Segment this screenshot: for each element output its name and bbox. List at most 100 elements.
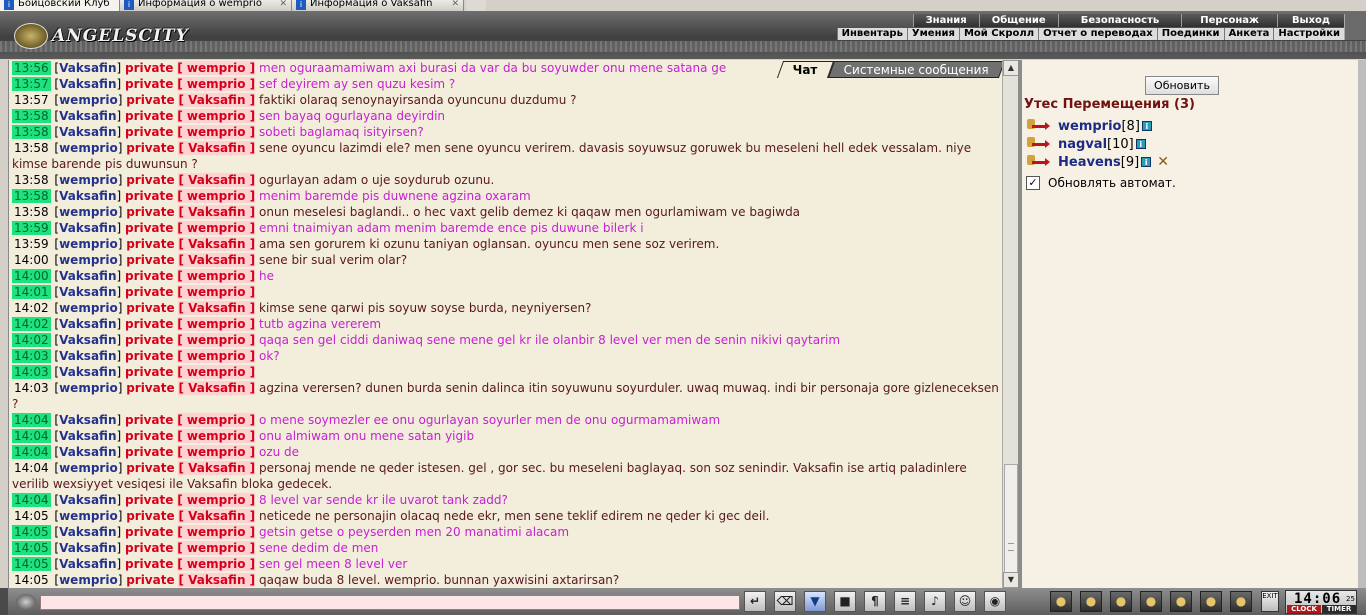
message-recipient[interactable]: [ wemprio ] [177, 525, 256, 539]
message-recipient[interactable]: [ Vaksafin ] [178, 573, 256, 587]
attack-icon[interactable]: ✕ [1157, 154, 1169, 170]
submenu-item-profile[interactable]: Анкета [1223, 28, 1274, 40]
message-recipient[interactable]: [ wemprio ] [177, 333, 256, 347]
color-icon[interactable]: ◉ [984, 591, 1006, 612]
message-recipient[interactable]: [ wemprio ] [177, 285, 256, 299]
message-sender[interactable]: wemprio [59, 461, 118, 475]
scroll-icon[interactable]: ● [1110, 591, 1132, 612]
message-recipient[interactable]: [ Vaksafin ] [178, 509, 256, 523]
message-time[interactable]: 14:04 [12, 493, 51, 507]
menu-item-knowledge[interactable]: Знания [912, 14, 979, 27]
warrior-icon[interactable]: ● [1140, 591, 1162, 612]
message-time[interactable]: 14:05 [12, 509, 51, 523]
message-sender[interactable]: Vaksafin [59, 269, 116, 283]
message-sender[interactable]: Vaksafin [59, 445, 116, 459]
message-sender[interactable]: wemprio [59, 301, 118, 315]
info-icon[interactable]: i [1141, 157, 1152, 167]
message-time[interactable]: 13:58 [12, 141, 51, 155]
message-recipient[interactable]: [ wemprio ] [177, 349, 256, 363]
sound-icon[interactable]: ♪ [924, 591, 946, 612]
message-time[interactable]: 14:03 [12, 365, 51, 379]
message-sender[interactable]: wemprio [59, 509, 118, 523]
player-name[interactable]: wemprio [1058, 119, 1121, 134]
message-time[interactable]: 14:04 [12, 461, 51, 475]
message-time[interactable]: 14:04 [12, 413, 51, 427]
message-sender[interactable]: Vaksafin [59, 333, 116, 347]
message-recipient[interactable]: [ wemprio ] [177, 429, 256, 443]
menu-item-communication[interactable]: Общение [978, 14, 1058, 27]
pet-icon[interactable]: ● [1230, 591, 1252, 612]
message-time[interactable]: 13:58 [12, 125, 51, 139]
message-recipient[interactable]: [ wemprio ] [177, 445, 256, 459]
message-time[interactable]: 14:03 [12, 381, 51, 395]
message-time[interactable]: 13:57 [12, 77, 51, 91]
close-icon[interactable]: ✕ [279, 0, 287, 9]
submenu-item-inventory[interactable]: Инвентарь [836, 28, 907, 40]
translit-icon[interactable]: ≡ [894, 591, 916, 612]
tab-system-messages[interactable]: Системные сообщения [827, 61, 1005, 78]
message-time[interactable]: 14:02 [12, 301, 51, 315]
clear-icon[interactable]: ⌫ [774, 591, 796, 612]
message-time[interactable]: 13:56 [12, 61, 51, 75]
message-recipient[interactable]: [ Vaksafin ] [178, 381, 256, 395]
save-icon[interactable]: ■ [834, 591, 856, 612]
message-time[interactable]: 14:05 [12, 525, 51, 539]
message-recipient[interactable]: [ wemprio ] [177, 125, 256, 139]
message-sender[interactable]: wemprio [59, 237, 118, 251]
player-name[interactable]: nagval [1058, 137, 1107, 152]
smiley-icon[interactable]: ☺ [954, 591, 976, 612]
message-recipient[interactable]: [ wemprio ] [177, 365, 256, 379]
timer-label[interactable]: TIMER [1322, 605, 1356, 613]
message-recipient[interactable]: [ wemprio ] [177, 109, 256, 123]
send-icon[interactable]: ↵ [744, 591, 766, 612]
menu-item-character[interactable]: Персонаж [1181, 14, 1277, 27]
message-time[interactable]: 13:57 [12, 93, 51, 107]
chat-input[interactable] [40, 595, 740, 610]
auto-refresh[interactable]: ✓ Обновлять автомат. [1026, 176, 1176, 190]
message-recipient[interactable]: [ Vaksafin ] [178, 205, 256, 219]
message-recipient[interactable]: [ wemprio ] [177, 221, 256, 235]
submenu-item-battles[interactable]: Поединки [1156, 28, 1224, 40]
message-sender[interactable]: Vaksafin [59, 189, 116, 203]
menu-item-exit[interactable]: Выход [1276, 14, 1344, 27]
filter-icon[interactable]: ▼ [804, 591, 826, 612]
message-time[interactable]: 14:00 [12, 253, 51, 267]
message-sender[interactable]: Vaksafin [59, 525, 116, 539]
message-sender[interactable]: Vaksafin [59, 349, 116, 363]
message-sender[interactable]: wemprio [59, 173, 118, 187]
menu-item-security[interactable]: Безопасность [1057, 14, 1182, 27]
message-time[interactable]: 14:03 [12, 349, 51, 363]
message-recipient[interactable]: [ Vaksafin ] [178, 301, 256, 315]
bag-icon[interactable]: ● [1050, 591, 1072, 612]
info-icon[interactable]: i [1135, 139, 1146, 149]
message-sender[interactable]: wemprio [59, 573, 118, 587]
message-recipient[interactable]: [ wemprio ] [177, 269, 256, 283]
message-recipient[interactable]: [ wemprio ] [177, 77, 256, 91]
message-time[interactable]: 14:00 [12, 269, 51, 283]
private-message-icon[interactable] [1026, 155, 1050, 169]
submenu-item-skills[interactable]: Умения [906, 28, 959, 40]
message-recipient[interactable]: [ wemprio ] [177, 493, 256, 507]
message-time[interactable]: 14:02 [12, 317, 51, 331]
message-sender[interactable]: Vaksafin [59, 429, 116, 443]
message-recipient[interactable]: [ Vaksafin ] [178, 173, 256, 187]
message-sender[interactable]: Vaksafin [59, 365, 116, 379]
exit-button[interactable]: EXIT [1261, 591, 1279, 612]
chat-log[interactable]: 13:56 [Vaksafin] private [ wemprio ] men… [8, 60, 1002, 588]
message-recipient[interactable]: [ wemprio ] [177, 317, 256, 331]
browser-tab-1[interactable]: i Бойцовский Клуб [0, 0, 120, 11]
message-recipient[interactable]: [ Vaksafin ] [178, 461, 256, 475]
message-sender[interactable]: wemprio [59, 253, 118, 267]
message-recipient[interactable]: [ Vaksafin ] [178, 253, 256, 267]
message-time[interactable]: 14:04 [12, 429, 51, 443]
message-time[interactable]: 14:04 [12, 445, 51, 459]
message-sender[interactable]: Vaksafin [59, 285, 116, 299]
message-sender[interactable]: wemprio [59, 141, 118, 155]
message-recipient[interactable]: [ Vaksafin ] [178, 93, 256, 107]
private-message-icon[interactable] [1026, 119, 1050, 133]
close-icon[interactable]: ✕ [451, 0, 459, 9]
message-time[interactable]: 13:59 [12, 221, 51, 235]
message-sender[interactable]: wemprio [59, 381, 118, 395]
message-sender[interactable]: Vaksafin [59, 557, 116, 571]
message-sender[interactable]: Vaksafin [59, 125, 116, 139]
